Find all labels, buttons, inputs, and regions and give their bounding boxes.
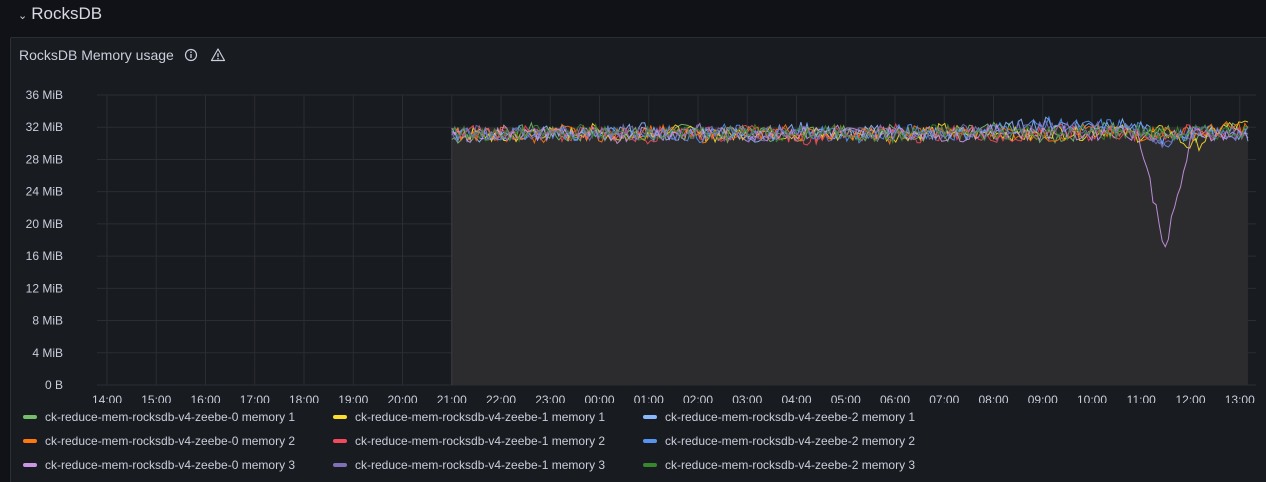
y-tick-label: 28 MiB xyxy=(26,152,63,166)
x-tick-label: 22:00 xyxy=(486,393,516,403)
y-tick-label: 20 MiB xyxy=(26,217,63,231)
x-tick-label: 17:00 xyxy=(240,393,270,403)
y-tick-label: 36 MiB xyxy=(26,88,63,102)
legend-item[interactable]: ck-reduce-mem-rocksdb-v4-zeebe-1 memory … xyxy=(333,433,643,449)
legend-swatch xyxy=(643,463,657,467)
y-tick-label: 12 MiB xyxy=(26,281,63,295)
legend-swatch xyxy=(23,439,37,443)
y-tick-label: 24 MiB xyxy=(26,185,63,199)
data-range-shading xyxy=(451,127,1248,385)
data-area-fill xyxy=(451,127,1248,385)
legend-item[interactable]: ck-reduce-mem-rocksdb-v4-zeebe-0 memory … xyxy=(23,457,333,473)
legend-label: ck-reduce-mem-rocksdb-v4-zeebe-2 memory … xyxy=(665,458,916,472)
y-tick-label: 4 MiB xyxy=(32,346,63,360)
legend-label: ck-reduce-mem-rocksdb-v4-zeebe-0 memory … xyxy=(45,458,296,472)
y-tick-label: 8 MiB xyxy=(32,314,63,328)
y-tick-label: 0 B xyxy=(45,378,63,392)
legend-label: ck-reduce-mem-rocksdb-v4-zeebe-2 memory … xyxy=(665,410,916,424)
x-tick-label: 20:00 xyxy=(387,393,417,403)
legend-item[interactable]: ck-reduce-mem-rocksdb-v4-zeebe-0 memory … xyxy=(23,433,333,449)
legend-label: ck-reduce-mem-rocksdb-v4-zeebe-2 memory … xyxy=(665,434,916,448)
y-axis: 0 B 4 MiB 8 MiB 12 MiB 16 MiB 20 MiB 24 MiB 28 … xyxy=(26,88,63,392)
legend-swatch xyxy=(23,463,37,467)
x-tick-label: 19:00 xyxy=(338,393,368,403)
legend-swatch xyxy=(23,415,37,419)
x-tick-label: 11:00 xyxy=(1127,393,1156,403)
x-axis: 14:00 15:00 16:00 17:00 18:00 19:00 20:00 21:00… xyxy=(92,393,1255,403)
legend-swatch xyxy=(333,439,347,443)
chart-legend: ck-reduce-mem-rocksdb-v4-zeebe-0 memory … xyxy=(23,409,963,473)
row-title: RocksDB xyxy=(31,4,103,23)
x-tick-label: 05:00 xyxy=(831,393,861,403)
legend-item[interactable]: ck-reduce-mem-rocksdb-v4-zeebe-0 memory … xyxy=(23,409,333,425)
memory-usage-chart[interactable]: 0 B 4 MiB 8 MiB 12 MiB 16 MiB 20 MiB 24 MiB 28 … xyxy=(11,38,1266,403)
legend-item[interactable]: ck-reduce-mem-rocksdb-v4-zeebe-2 memory … xyxy=(643,457,963,473)
x-tick-label: 07:00 xyxy=(929,393,959,403)
legend-swatch xyxy=(333,463,347,467)
x-tick-label: 16:00 xyxy=(190,393,220,403)
x-tick-label: 01:00 xyxy=(634,393,664,403)
legend-item[interactable]: ck-reduce-mem-rocksdb-v4-zeebe-2 memory … xyxy=(643,433,963,449)
x-tick-label: 10:00 xyxy=(1077,393,1107,403)
legend-label: ck-reduce-mem-rocksdb-v4-zeebe-1 memory … xyxy=(355,458,606,472)
x-tick-label: 15:00 xyxy=(141,393,171,403)
x-tick-label: 06:00 xyxy=(880,393,910,403)
y-tick-label: 32 MiB xyxy=(26,120,63,134)
legend-swatch xyxy=(643,415,657,419)
legend-label: ck-reduce-mem-rocksdb-v4-zeebe-1 memory … xyxy=(355,410,606,424)
x-tick-label: 02:00 xyxy=(683,393,713,403)
x-tick-label: 12:00 xyxy=(1175,393,1205,403)
legend-label: ck-reduce-mem-rocksdb-v4-zeebe-1 memory … xyxy=(355,434,606,448)
rocksdb-memory-panel: RocksDB Memory usage 0 B4 MiB 8 MiB 12 MiB… xyxy=(10,37,1266,482)
x-tick-label: 14:00 xyxy=(92,393,122,403)
y-tick-label: 16 MiB xyxy=(26,249,63,263)
chevron-down-icon[interactable]: ⌄ xyxy=(18,9,27,22)
x-tick-label: 08:00 xyxy=(978,393,1008,403)
legend-swatch xyxy=(333,415,347,419)
row-header-rocksdb[interactable]: ⌄ RocksDB xyxy=(18,3,102,25)
legend-label: ck-reduce-mem-rocksdb-v4-zeebe-0 memory … xyxy=(45,434,296,448)
x-tick-label: 04:00 xyxy=(781,393,811,403)
legend-label: ck-reduce-mem-rocksdb-v4-zeebe-0 memory … xyxy=(45,410,296,424)
x-tick-label: 23:00 xyxy=(535,393,565,403)
x-tick-label: 13:00 xyxy=(1225,393,1255,403)
x-tick-label: 21:00 xyxy=(437,393,467,403)
x-tick-label: 00:00 xyxy=(584,393,614,403)
legend-item[interactable]: ck-reduce-mem-rocksdb-v4-zeebe-1 memory … xyxy=(333,457,643,473)
legend-swatch xyxy=(643,439,657,443)
x-tick-label: 09:00 xyxy=(1028,393,1058,403)
x-tick-label: 03:00 xyxy=(732,393,762,403)
x-tick-label: 18:00 xyxy=(289,393,319,403)
legend-item[interactable]: ck-reduce-mem-rocksdb-v4-zeebe-2 memory … xyxy=(643,409,963,425)
legend-item[interactable]: ck-reduce-mem-rocksdb-v4-zeebe-1 memory … xyxy=(333,409,643,425)
